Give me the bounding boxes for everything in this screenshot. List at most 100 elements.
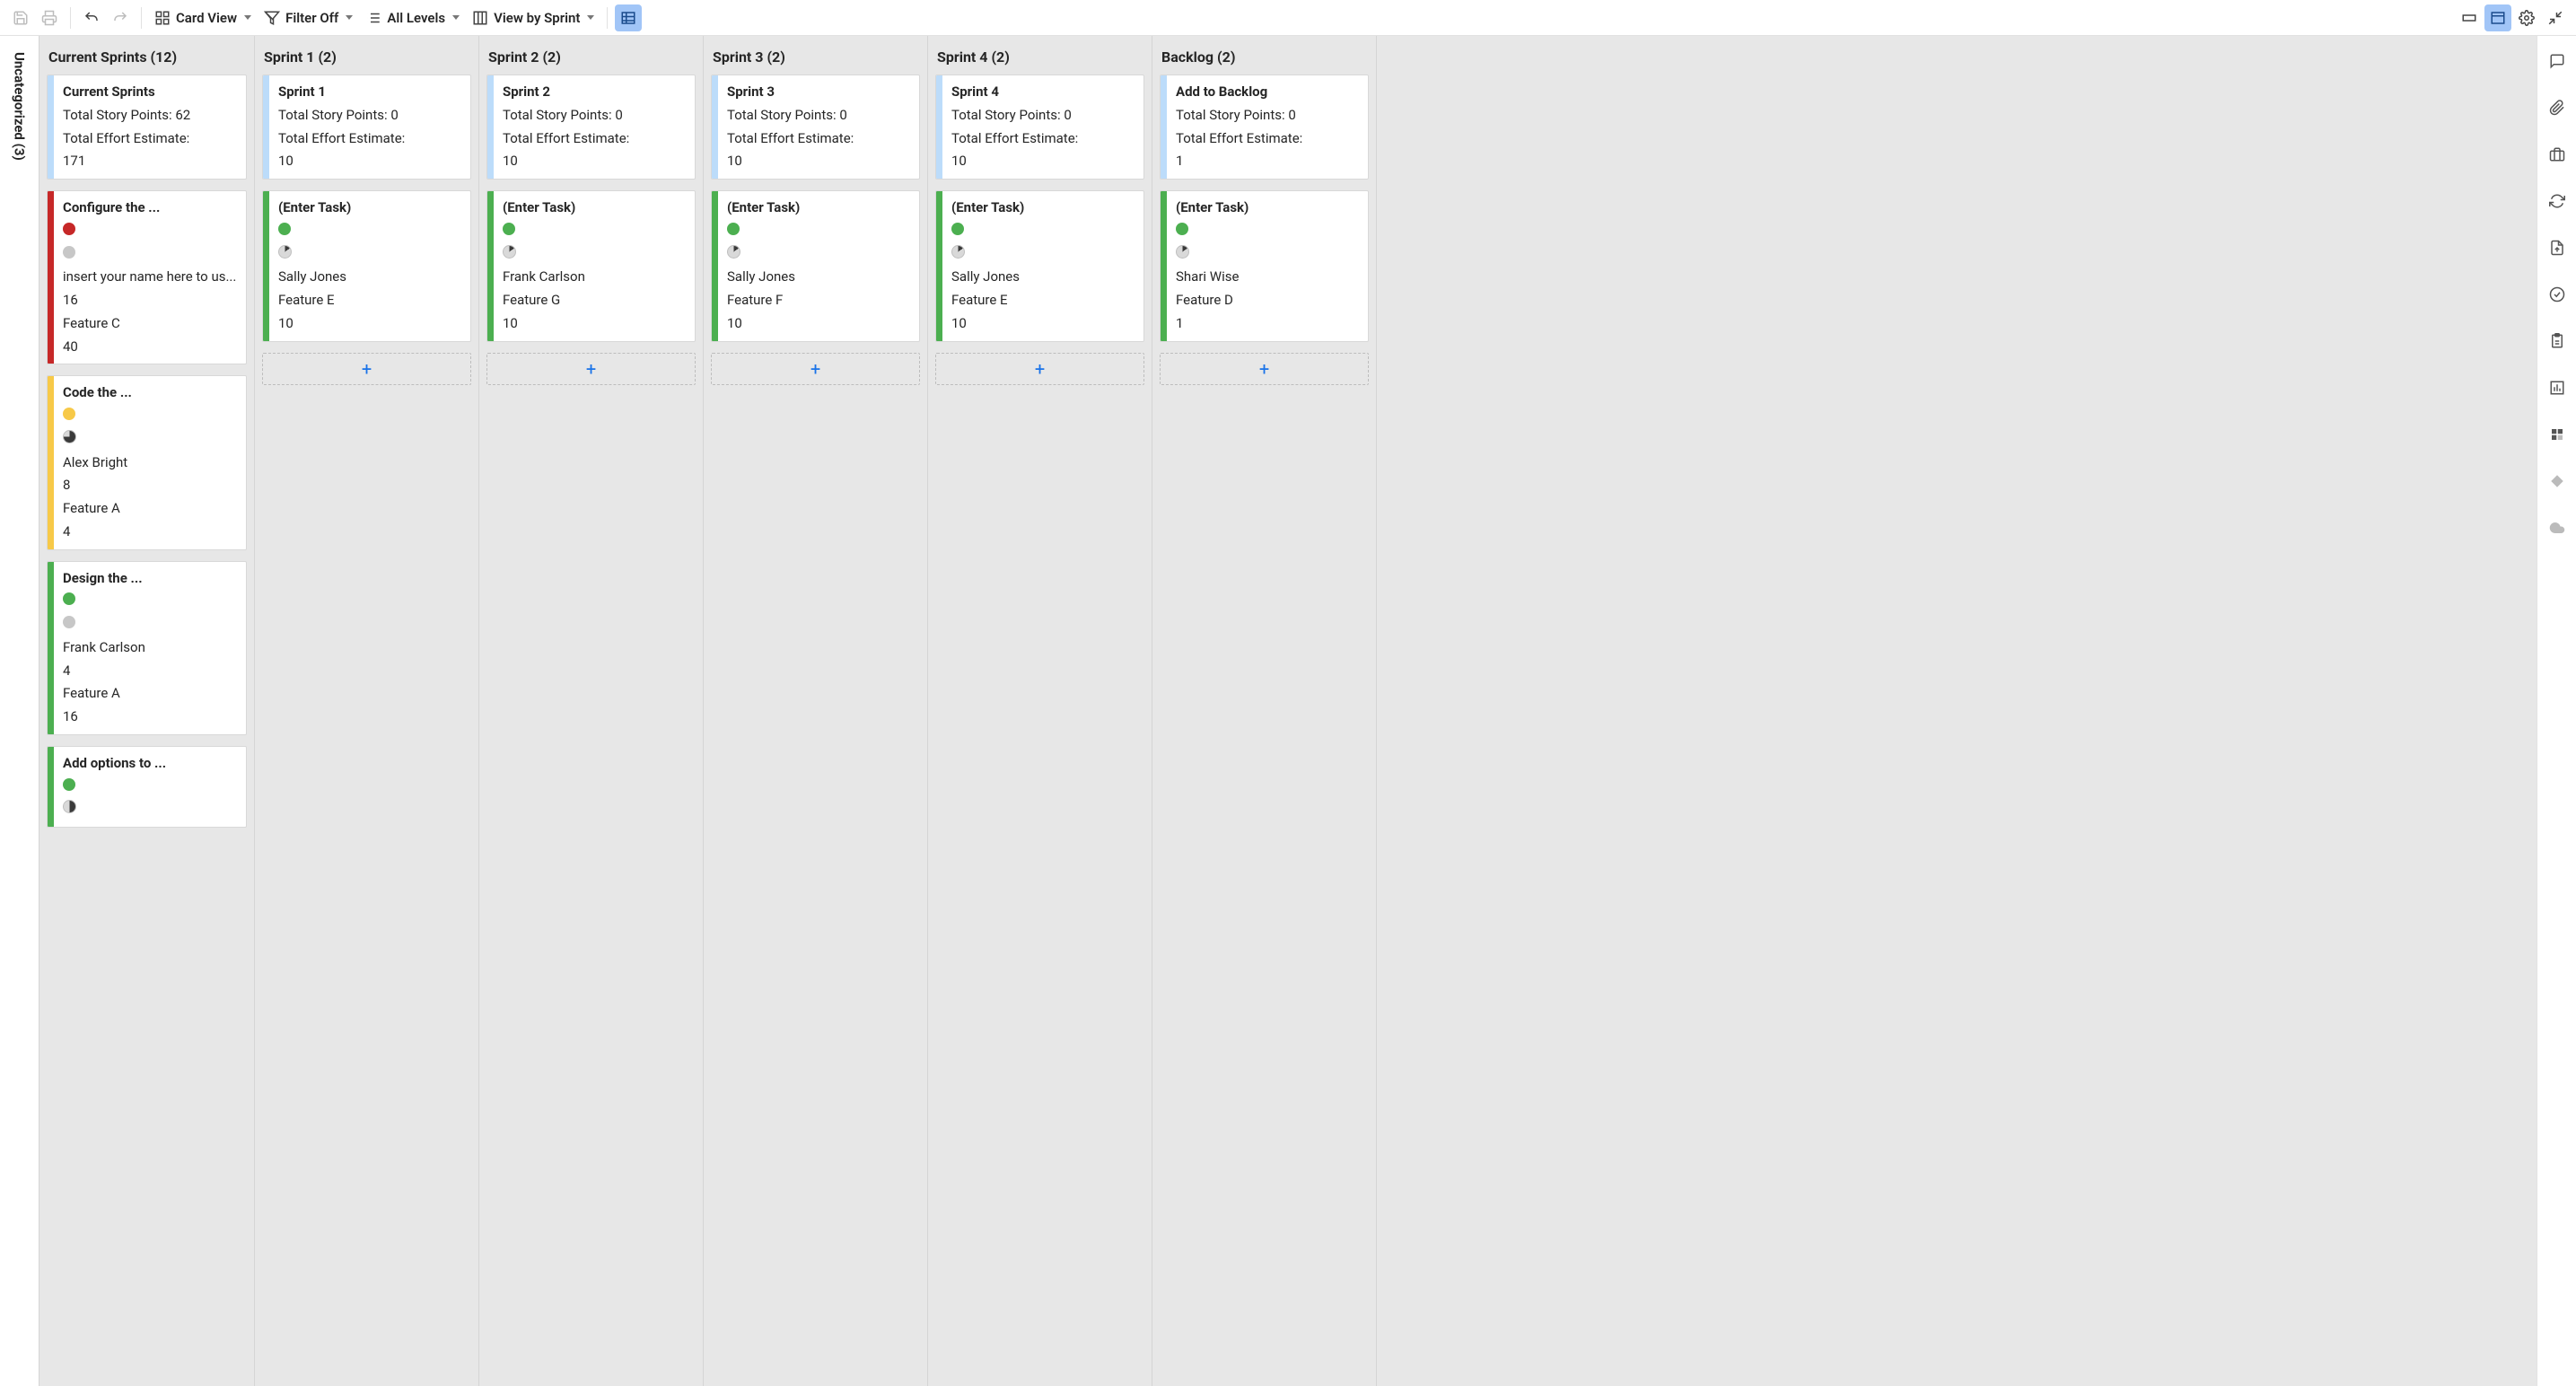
- settings-button[interactable]: [2513, 4, 2540, 31]
- task-feature: Feature D: [1176, 291, 1359, 311]
- task-assignee: Alex Bright: [63, 453, 237, 473]
- task-effort: 16: [63, 707, 237, 727]
- status-dot: [63, 592, 75, 605]
- layout-compact-icon: [2461, 10, 2477, 26]
- redo-icon: [112, 10, 128, 26]
- column-header[interactable]: Sprint 4 (2): [928, 36, 1152, 75]
- summary-title: Sprint 4: [951, 83, 1135, 102]
- task-assignee: Sally Jones: [951, 268, 1135, 287]
- summary-effort-value: 171: [63, 152, 237, 171]
- undo-icon: [83, 10, 100, 26]
- add-card-button[interactable]: +: [1160, 353, 1369, 385]
- card-stripe: [48, 75, 54, 179]
- progress-pie-icon: [278, 245, 292, 259]
- summary-card[interactable]: Sprint 2Total Story Points: 0Total Effor…: [486, 75, 696, 180]
- gear-icon: [2519, 10, 2535, 26]
- summary-effort-label: Total Effort Estimate:: [278, 129, 461, 149]
- task-assignee: Sally Jones: [278, 268, 461, 287]
- add-card-button[interactable]: +: [935, 353, 1144, 385]
- compact-view-toggle[interactable]: [615, 4, 642, 31]
- publish-button[interactable]: [2545, 235, 2570, 260]
- summary-card[interactable]: Current SprintsTotal Story Points: 62Tot…: [47, 75, 247, 180]
- attachments-button[interactable]: [2545, 95, 2570, 120]
- status-dot: [63, 223, 75, 235]
- task-feature: Feature C: [63, 314, 237, 334]
- view-by-dropdown[interactable]: View by Sprint: [467, 4, 600, 31]
- add-card-button[interactable]: +: [486, 353, 696, 385]
- summary-button[interactable]: [2545, 329, 2570, 354]
- update-requests-button[interactable]: [2545, 189, 2570, 214]
- layout-full-button[interactable]: [2484, 4, 2511, 31]
- card-stripe: [48, 376, 54, 548]
- refresh-icon: [2549, 193, 2565, 209]
- chart-button[interactable]: [2545, 375, 2570, 400]
- levels-icon: [365, 10, 381, 26]
- comments-button[interactable]: [2545, 48, 2570, 74]
- activity-log-button[interactable]: [2545, 282, 2570, 307]
- task-title: (Enter Task): [278, 198, 461, 218]
- uncategorized-lane[interactable]: Uncategorized (3): [0, 36, 39, 1386]
- column-body: Sprint 4Total Story Points: 0Total Effor…: [928, 75, 1152, 398]
- toolbar-separator: [70, 7, 71, 29]
- summary-points: Total Story Points: 0: [278, 106, 461, 126]
- activity-icon: [2549, 286, 2565, 303]
- print-button[interactable]: [36, 4, 63, 31]
- card-stripe: [1161, 191, 1167, 341]
- summary-title: Sprint 2: [503, 83, 686, 102]
- filter-dropdown[interactable]: Filter Off: [258, 4, 358, 31]
- board-column: Backlog (2)Add to BacklogTotal Story Poi…: [1152, 36, 1377, 1386]
- task-points: 4: [63, 662, 237, 681]
- levels-dropdown[interactable]: All Levels: [360, 4, 465, 31]
- redo-button[interactable]: [107, 4, 134, 31]
- task-card[interactable]: Design the ...Frank Carlson4Feature A16: [47, 561, 247, 735]
- column-header[interactable]: Backlog (2): [1152, 36, 1376, 75]
- summary-points: Total Story Points: 0: [503, 106, 686, 126]
- task-card[interactable]: Configure the ...insert your name here t…: [47, 190, 247, 364]
- save-button[interactable]: [7, 4, 34, 31]
- summary-card[interactable]: Sprint 3Total Story Points: 0Total Effor…: [711, 75, 920, 180]
- card-view-icon: [154, 10, 171, 26]
- column-header[interactable]: Sprint 3 (2): [704, 36, 927, 75]
- board-column: Sprint 2 (2) Sprint 2 Total Story Points: …: [479, 36, 704, 1386]
- summary-card[interactable]: Add to BacklogTotal Story Points: 0Total…: [1160, 75, 1369, 180]
- task-card[interactable]: Code the ...Alex Bright8Feature A4: [47, 375, 247, 549]
- dynamic-view-button[interactable]: [2545, 469, 2570, 494]
- task-card[interactable]: (Enter Task)Sally JonesFeature E10: [262, 190, 471, 342]
- column-body: Sprint 3Total Story Points: 0Total Effor…: [704, 75, 927, 398]
- task-card[interactable]: (Enter Task)Sally JonesFeature F10: [711, 190, 920, 342]
- collapse-button[interactable]: [2542, 4, 2569, 31]
- columns-icon: [472, 10, 488, 26]
- task-effort: 10: [278, 314, 461, 334]
- task-card[interactable]: (Enter Task)Frank CarlsonFeature G10: [486, 190, 696, 342]
- column-body: Sprint 1Total Story Points: 0Total Effor…: [255, 75, 478, 398]
- caret-down-icon: [346, 15, 353, 20]
- column-header[interactable]: Sprint 1 (2): [255, 36, 478, 75]
- layout-compact-button[interactable]: [2456, 4, 2483, 31]
- board-column: Sprint 4 (2)Sprint 4Total Story Points: …: [928, 36, 1152, 1386]
- apps-button[interactable]: [2545, 422, 2570, 447]
- summary-title: Sprint 3: [727, 83, 910, 102]
- summary-card[interactable]: Sprint 1Total Story Points: 0Total Effor…: [262, 75, 471, 180]
- task-effort: 1: [1176, 314, 1359, 334]
- file-up-icon: [2549, 240, 2565, 256]
- summary-effort-value: 10: [951, 152, 1135, 171]
- salesforce-button[interactable]: [2545, 515, 2570, 540]
- add-card-button[interactable]: +: [711, 353, 920, 385]
- task-card[interactable]: (Enter Task)Sally JonesFeature E10: [935, 190, 1144, 342]
- add-card-button[interactable]: +: [262, 353, 471, 385]
- task-card[interactable]: Add options to ...: [47, 746, 247, 828]
- column-header[interactable]: Sprint 2 (2): [479, 36, 703, 75]
- table-icon: [620, 10, 636, 26]
- summary-effort-label: Total Effort Estimate:: [1176, 129, 1359, 149]
- task-effort: 10: [727, 314, 910, 334]
- filter-label: Filter Off: [285, 10, 338, 26]
- column-header[interactable]: Current Sprints (12): [39, 36, 254, 75]
- task-card[interactable]: (Enter Task)Shari WiseFeature D1: [1160, 190, 1369, 342]
- summary-card[interactable]: Sprint 4Total Story Points: 0Total Effor…: [935, 75, 1144, 180]
- task-effort: 40: [63, 338, 237, 357]
- card-stripe: [48, 562, 54, 734]
- card-view-dropdown[interactable]: Card View: [149, 4, 257, 31]
- undo-button[interactable]: [78, 4, 105, 31]
- summary-title: Add to Backlog: [1176, 83, 1359, 102]
- proofs-button[interactable]: [2545, 142, 2570, 167]
